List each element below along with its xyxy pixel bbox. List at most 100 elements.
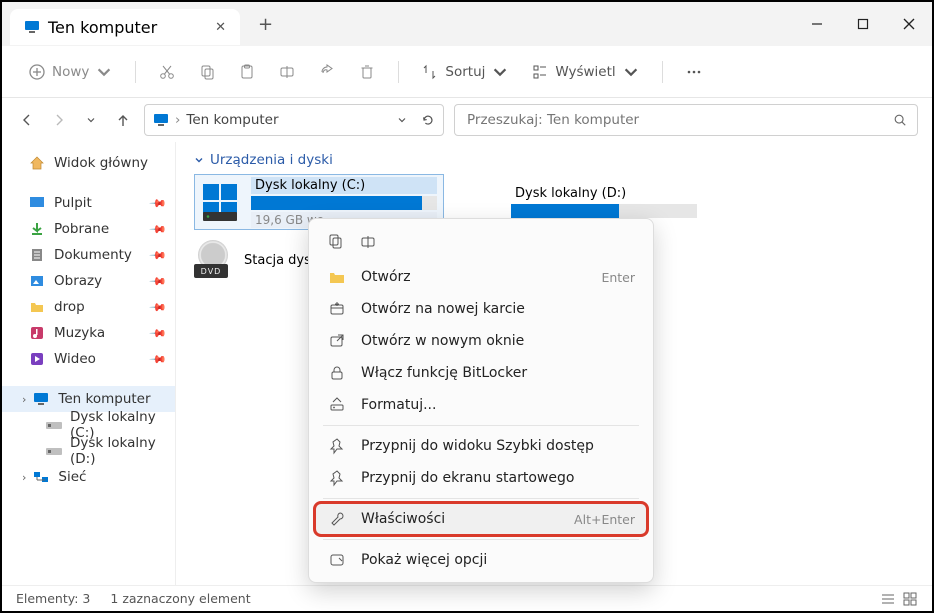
rename-icon xyxy=(278,63,296,81)
ctx-open-tab[interactable]: Otwórz na nowej karcie xyxy=(315,293,647,325)
scissors-icon xyxy=(158,63,176,81)
plus-circle-icon xyxy=(28,63,46,81)
dvd-icon: DVD xyxy=(194,240,234,280)
music-icon xyxy=(28,325,46,341)
sidebar-item-pictures[interactable]: Obrazy📌 xyxy=(2,268,175,294)
view-icon xyxy=(531,63,549,81)
capacity-bar xyxy=(251,196,437,210)
download-icon xyxy=(28,221,46,237)
monitor-icon xyxy=(153,112,169,128)
chevron-down-icon[interactable] xyxy=(397,115,407,125)
window-controls xyxy=(794,3,932,45)
tab-title: Ten komputer xyxy=(48,18,157,37)
image-icon xyxy=(28,273,46,289)
chevron-right-icon: › xyxy=(22,393,26,406)
ctx-open[interactable]: Otwórz Enter xyxy=(315,261,647,293)
context-menu: Otwórz Enter Otwórz na nowej karcie Otwó… xyxy=(308,218,654,583)
ctx-properties[interactable]: Właściwości Alt+Enter xyxy=(315,503,647,535)
windows-drive-icon xyxy=(201,182,241,222)
new-tab-button[interactable]: + xyxy=(258,14,273,35)
pin-icon: 📌 xyxy=(149,194,168,213)
close-window-button[interactable] xyxy=(886,3,932,45)
pin-icon: 📌 xyxy=(149,272,168,291)
tiles-view-button[interactable] xyxy=(902,591,918,607)
trash-icon xyxy=(358,63,376,81)
refresh-button[interactable] xyxy=(421,113,435,127)
nav-row: › Ten komputer xyxy=(2,98,932,142)
sidebar-home[interactable]: Widok główny xyxy=(2,150,175,176)
menu-separator xyxy=(323,425,639,426)
maximize-button[interactable] xyxy=(840,3,886,45)
chevron-down-icon xyxy=(622,63,640,81)
pin-icon: 📌 xyxy=(149,220,168,239)
explorer-window: Ten komputer ✕ + Nowy Sortuj xyxy=(0,0,934,613)
search-box[interactable] xyxy=(454,104,918,136)
delete-button[interactable] xyxy=(350,57,384,87)
details-view-button[interactable] xyxy=(880,591,896,607)
status-selection: 1 zaznaczony element xyxy=(110,591,250,606)
rename-button[interactable] xyxy=(270,57,304,87)
new-tab-icon xyxy=(327,300,347,318)
home-icon xyxy=(28,155,46,171)
tab-thispc[interactable]: Ten komputer ✕ xyxy=(10,9,240,45)
chevron-right-icon: › xyxy=(175,112,180,128)
monitor-icon xyxy=(32,391,50,407)
pin-icon xyxy=(327,469,347,487)
search-input[interactable] xyxy=(465,111,893,129)
minimize-button[interactable] xyxy=(794,3,840,45)
drive-name: Dysk lokalny (D:) xyxy=(511,185,697,202)
ctx-pin-start[interactable]: Przypnij do ekranu startowego xyxy=(315,462,647,494)
drive-name: Dysk lokalny (C:) xyxy=(251,177,437,194)
sidebar-item-music[interactable]: Muzyka📌 xyxy=(2,320,175,346)
folder-icon xyxy=(28,299,46,315)
cut-button[interactable] xyxy=(150,57,184,87)
view-button[interactable]: Wyświetl xyxy=(523,57,647,87)
chevron-down-icon xyxy=(95,63,113,81)
ctx-bitlocker[interactable]: Włącz funkcję BitLocker xyxy=(315,357,647,389)
sidebar-drive-d[interactable]: Dysk lokalny (D:) xyxy=(2,438,175,464)
recent-dropdown[interactable] xyxy=(80,115,102,125)
copy-button[interactable] xyxy=(190,57,224,87)
drive-format-icon xyxy=(327,396,347,414)
search-icon xyxy=(893,113,907,127)
share-button[interactable] xyxy=(310,57,344,87)
more-button[interactable] xyxy=(677,57,711,87)
breadcrumb-location[interactable]: Ten komputer xyxy=(186,112,278,128)
more-icon xyxy=(327,551,347,569)
sidebar-network[interactable]: ›Sieć xyxy=(2,464,175,490)
drive-icon xyxy=(46,446,62,456)
share-icon xyxy=(318,63,336,81)
close-tab-icon[interactable]: ✕ xyxy=(215,20,226,35)
monitor-icon xyxy=(24,19,40,35)
address-bar[interactable]: › Ten komputer xyxy=(144,104,444,136)
up-button[interactable] xyxy=(112,112,134,128)
paste-button[interactable] xyxy=(230,57,264,87)
ctx-pin-quick[interactable]: Przypnij do widoku Szybki dostęp xyxy=(315,430,647,462)
group-header-devices[interactable]: Urządzenia i dyski xyxy=(194,152,914,168)
drive-icon xyxy=(46,420,62,430)
sidebar-item-drop[interactable]: drop📌 xyxy=(2,294,175,320)
sort-icon xyxy=(421,63,439,81)
back-button[interactable] xyxy=(16,112,38,128)
new-button[interactable]: Nowy xyxy=(20,57,121,87)
copy-icon[interactable] xyxy=(325,231,347,253)
sidebar-item-video[interactable]: Wideo📌 xyxy=(2,346,175,372)
menu-separator xyxy=(323,539,639,540)
status-count: Elementy: 3 xyxy=(16,591,90,606)
sidebar-item-desktop[interactable]: Pulpit📌 xyxy=(2,190,175,216)
chevron-right-icon: › xyxy=(22,471,26,484)
wrench-icon xyxy=(327,510,347,528)
pin-icon: 📌 xyxy=(149,246,168,265)
ctx-more[interactable]: Pokaż więcej opcji xyxy=(315,544,647,576)
forward-button[interactable] xyxy=(48,112,70,128)
ctx-format[interactable]: Formatuj... xyxy=(315,389,647,421)
rename-icon[interactable] xyxy=(357,231,379,253)
ctx-open-window[interactable]: Otwórz w nowym oknie xyxy=(315,325,647,357)
sort-button[interactable]: Sortuj xyxy=(413,57,517,87)
clipboard-icon xyxy=(238,63,256,81)
status-bar: Elementy: 3 1 zaznaczony element xyxy=(2,585,932,611)
sidebar-item-downloads[interactable]: Pobrane📌 xyxy=(2,216,175,242)
ellipsis-icon xyxy=(685,63,703,81)
sidebar-item-documents[interactable]: Dokumenty📌 xyxy=(2,242,175,268)
pin-icon: 📌 xyxy=(149,350,168,369)
